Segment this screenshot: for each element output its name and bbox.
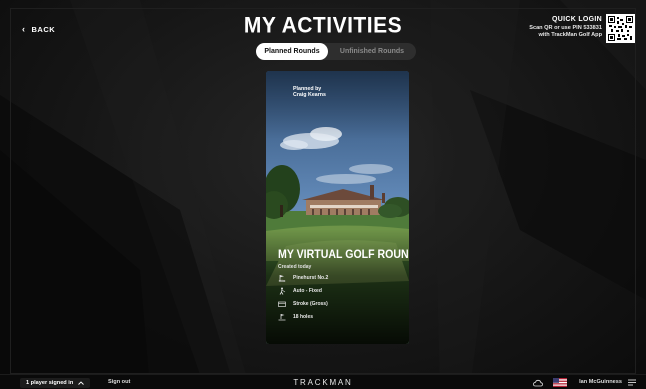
detail-holes-text: 18 holes	[293, 314, 314, 320]
scorecard-icon	[278, 300, 286, 308]
cloud-icon[interactable]	[533, 379, 543, 387]
detail-scoring-text: Stroke (Gross)	[293, 301, 328, 307]
detail-course: Pinehurst No.2	[278, 274, 328, 282]
tab-unfinished-rounds[interactable]: Unfinished Rounds	[328, 43, 416, 60]
footer-bar: 1 player signed in Sign out TRACKMAN Ian…	[0, 374, 646, 389]
detail-holes: 18 holes	[278, 313, 313, 321]
created-date: Created today	[278, 264, 312, 270]
detail-scoring: Stroke (Gross)	[278, 300, 328, 308]
holes-icon	[278, 313, 286, 321]
tab-planned-rounds[interactable]: Planned Rounds	[256, 43, 328, 60]
menu-icon[interactable]	[628, 379, 636, 386]
us-flag-icon[interactable]	[553, 378, 567, 387]
quick-login-title: QUICK LOGIN	[552, 16, 602, 23]
golfer-icon	[278, 287, 286, 295]
planned-by: Planned by Craig Kearns	[293, 86, 326, 99]
qr-code-icon	[608, 16, 633, 41]
detail-handicap-text: Auto - Fixed	[293, 288, 322, 294]
detail-course-text: Pinehurst No.2	[293, 275, 329, 281]
course-icon	[278, 274, 286, 282]
quick-login-info: QUICK LOGIN Scan QR or use PIN 533831 wi…	[529, 16, 602, 39]
quick-login-line-2: with TrackMan Golf App	[538, 32, 602, 38]
user-name[interactable]: Ian McGuinness	[579, 379, 622, 385]
planned-round-card[interactable]: Planned by Craig Kearns MY VIRTUAL GOLF …	[266, 71, 409, 344]
trackman-logo: TRACKMAN	[293, 378, 353, 387]
quick-login-line-1: Scan QR or use PIN 533831	[529, 25, 602, 31]
planned-by-name: Craig Kearns	[293, 92, 326, 99]
round-tabs: Planned Rounds Unfinished Rounds	[256, 43, 416, 60]
detail-handicap: Auto - Fixed	[278, 287, 322, 295]
qr-code[interactable]	[606, 14, 635, 43]
round-title: MY VIRTUAL GOLF ROUND	[278, 249, 409, 261]
